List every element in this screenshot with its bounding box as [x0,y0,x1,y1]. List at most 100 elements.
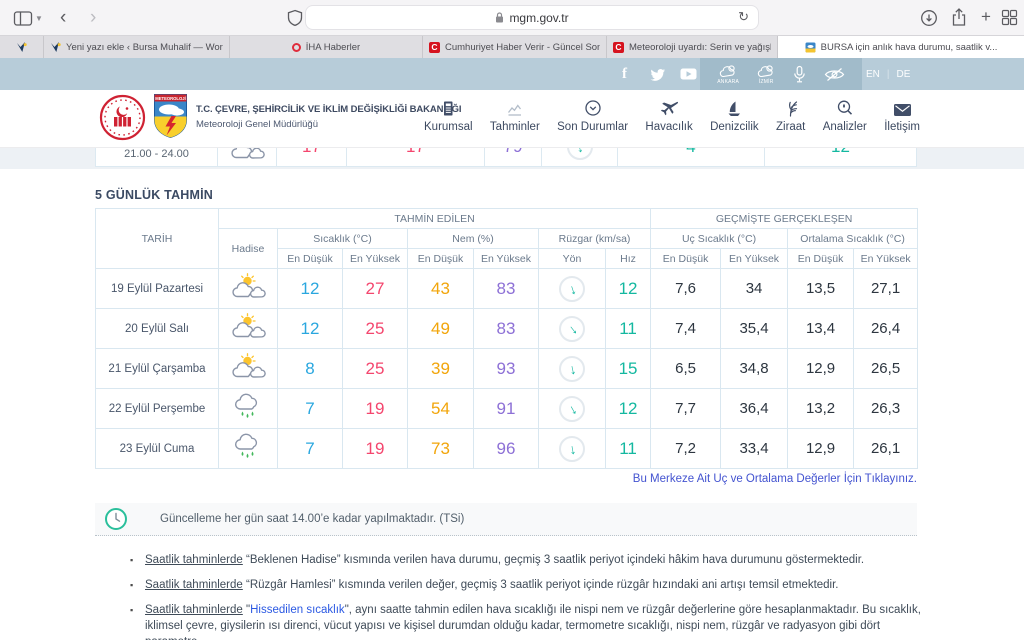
avg-min-cell: 12,9 [788,349,854,389]
accessibility-eye-icon[interactable] [824,67,845,82]
izmir-weather-widget[interactable]: İZMİR [756,64,776,85]
temp-min-cell: 12 [278,309,343,349]
forecast-row: 19 Eylül Pazartesi12274383↓127,63413,527… [96,269,918,309]
info-bullet: Saatlik tahminlerde “Beklenen Hadise” kı… [130,552,928,568]
browser-tab[interactable]: CCumhuriyet Haber Verir - Güncel Son D..… [423,36,607,58]
rec-min-cell: 7,2 [651,429,721,469]
partly-cloudy-icon [230,313,266,340]
temp-max-cell: 19 [343,389,408,429]
site-header: METEOROLOJİ T.C. ÇEVRE, ŞEHİRCİLİK VE İK… [0,90,1024,147]
check-circle-icon [584,97,602,117]
subheader-hum-max: En Yüksek [474,249,539,269]
col-header-date: TARİH [96,209,219,269]
twitter-icon[interactable] [650,58,666,90]
microphone-icon[interactable] [793,65,806,84]
address-bar[interactable]: mgm.gov.tr ↻ [306,6,758,29]
subheader-temp-max: En Yüksek [343,249,408,269]
partly-cloudy-icon [230,353,266,380]
avg-max-cell: 27,1 [854,269,918,309]
rain-cloud-icon [231,432,265,461]
sidebar-icon[interactable] [13,10,33,32]
bullet-lead: Saatlik tahminlerde [145,554,243,566]
col-header-wind: Rüzgar (km/sa) [539,229,651,249]
mgm-weather-page: ▼ ‹ › mgm.gov.tr ↻ + Yeni yazı ekle ‹ Bu… [0,0,1024,640]
nav-item-kurumsal[interactable]: Kurumsal [424,97,473,133]
temp-min-cell: 8 [278,349,343,389]
nav-item-denizcilik[interactable]: Denizcilik [710,97,759,133]
hum-max-cell: 83 [474,269,539,309]
share-icon[interactable] [950,8,968,32]
wind-speed-cell: 12 [606,269,651,309]
tab-overview-icon[interactable] [1001,9,1018,31]
info-bullet: Saatlik tahminlerde “Rüzgâr Hamlesi” kıs… [130,577,928,593]
downloads-icon[interactable] [920,9,938,32]
tab-title: Cumhuriyet Haber Verir - Güncel Son D... [445,42,600,53]
browser-tab[interactable]: Yeni yazı ekle ‹ Bursa Muhalif — WordPr.… [44,36,230,58]
youtube-icon[interactable] [680,58,697,90]
lang-de[interactable]: DE [897,69,911,80]
sun-cloud-icon [756,64,776,79]
wind-speed-cell: 15 [606,349,651,389]
nav-label: Denizcilik [710,121,759,133]
forecast-row: 23 Eylül Cuma7197396↓117,233,412,926,1 [96,429,918,469]
forecast-row: 21 Eylül Çarşamba8253993↓156,534,812,926… [96,349,918,389]
refresh-icon[interactable]: ↻ [738,9,749,25]
subheader-hum-min: En Düşük [408,249,474,269]
rec-min-cell: 7,4 [651,309,721,349]
browser-tab[interactable]: CMeteoroloji uyardı: Serin ve yağışlı ha… [607,36,778,58]
browser-toolbar: ▼ ‹ › mgm.gov.tr ↻ + [0,0,1024,36]
bullet-lead: Saatlik tahminlerde [145,604,243,616]
temp-min-cell: 7 [278,429,343,469]
privacy-shield-icon[interactable] [286,9,304,32]
forecast-row: 20 Eylül Salı12254983↓117,435,413,426,4 [96,309,918,349]
facebook-icon[interactable]: f [622,58,627,90]
col-header-humidity: Nem (%) [408,229,539,249]
back-button[interactable]: ‹ [60,8,66,27]
lang-en[interactable]: EN [866,69,880,80]
nav-item-havacılık[interactable]: Havacılık [645,97,692,133]
mgm-logo[interactable]: METEOROLOJİ [152,92,189,145]
rec-max-cell: 34,8 [721,349,788,389]
wind-direction-icon: ↓ [559,436,585,462]
nav-item-ziraat[interactable]: Ziraat [776,97,805,133]
chevron-down-icon[interactable]: ▼ [35,14,43,23]
new-tab-icon[interactable]: + [981,7,991,27]
mgm-shield-favicon [805,42,816,53]
nav-item-i̇letişim[interactable]: İletişim [884,97,920,133]
wind-dir-cell: ↓ [539,309,606,349]
wind-dir-cell: ↓ [539,269,606,309]
forecast-table-wrap: TARİH TAHMİN EDİLEN GEÇMİŞTE GERÇEKLEŞEN… [95,208,918,469]
subheader-wind-dir: Yön [539,249,606,269]
browser-tab[interactable]: İHA Haberler [230,36,423,58]
site-title: T.C. ÇEVRE, ŞEHİRCİLİK VE İKLİM DEĞİŞİKL… [196,104,461,130]
forward-button[interactable]: › [90,8,96,27]
sailboat-icon [725,97,743,117]
chart-icon [506,97,524,117]
ankara-weather-widget[interactable]: ANKARA [717,64,739,85]
nav-item-tahminler[interactable]: Tahminler [490,97,540,133]
directorate-title: Meteoroloji Genel Müdürlüğü [196,119,461,130]
temp-max-cell: 25 [343,309,408,349]
nav-item-son-durumlar[interactable]: Son Durumlar [557,97,628,133]
info-bullets: Saatlik tahminlerde “Beklenen Hadise” kı… [130,552,928,640]
update-notice: Güncelleme her gün saat 14.00’e kadar ya… [95,503,917,536]
nav-label: Tahminler [490,121,540,133]
browser-tab[interactable] [0,36,44,58]
rec-max-cell: 35,4 [721,309,788,349]
rec-min-cell: 6,5 [651,349,721,389]
subheader-temp-min: En Düşük [278,249,343,269]
col-header-extreme-temp: Uç Sıcaklık (°C) [651,229,788,249]
magnifier-drop-icon [836,97,854,117]
ministry-logo[interactable] [99,94,146,146]
feels-like-link[interactable]: Hissedilen sıcaklık [250,604,345,616]
event-icon-cell [219,389,278,429]
nav-item-analizler[interactable]: Analizler [823,97,867,133]
rec-min-cell: 7,7 [651,389,721,429]
date-cell: 20 Eylül Salı [96,309,219,349]
avg-max-cell: 26,5 [854,349,918,389]
envelope-icon [893,97,912,117]
top-utility-bar: f ANKARA İZMİR EN | DE [0,58,1024,90]
extremes-link[interactable]: Bu Merkeze Ait Uç ve Ortalama Değerler İ… [95,473,917,485]
browser-tab-active[interactable]: BURSA için anlık hava durumu, saatlik v.… [778,36,1024,58]
city-label: İZMİR [759,80,774,85]
